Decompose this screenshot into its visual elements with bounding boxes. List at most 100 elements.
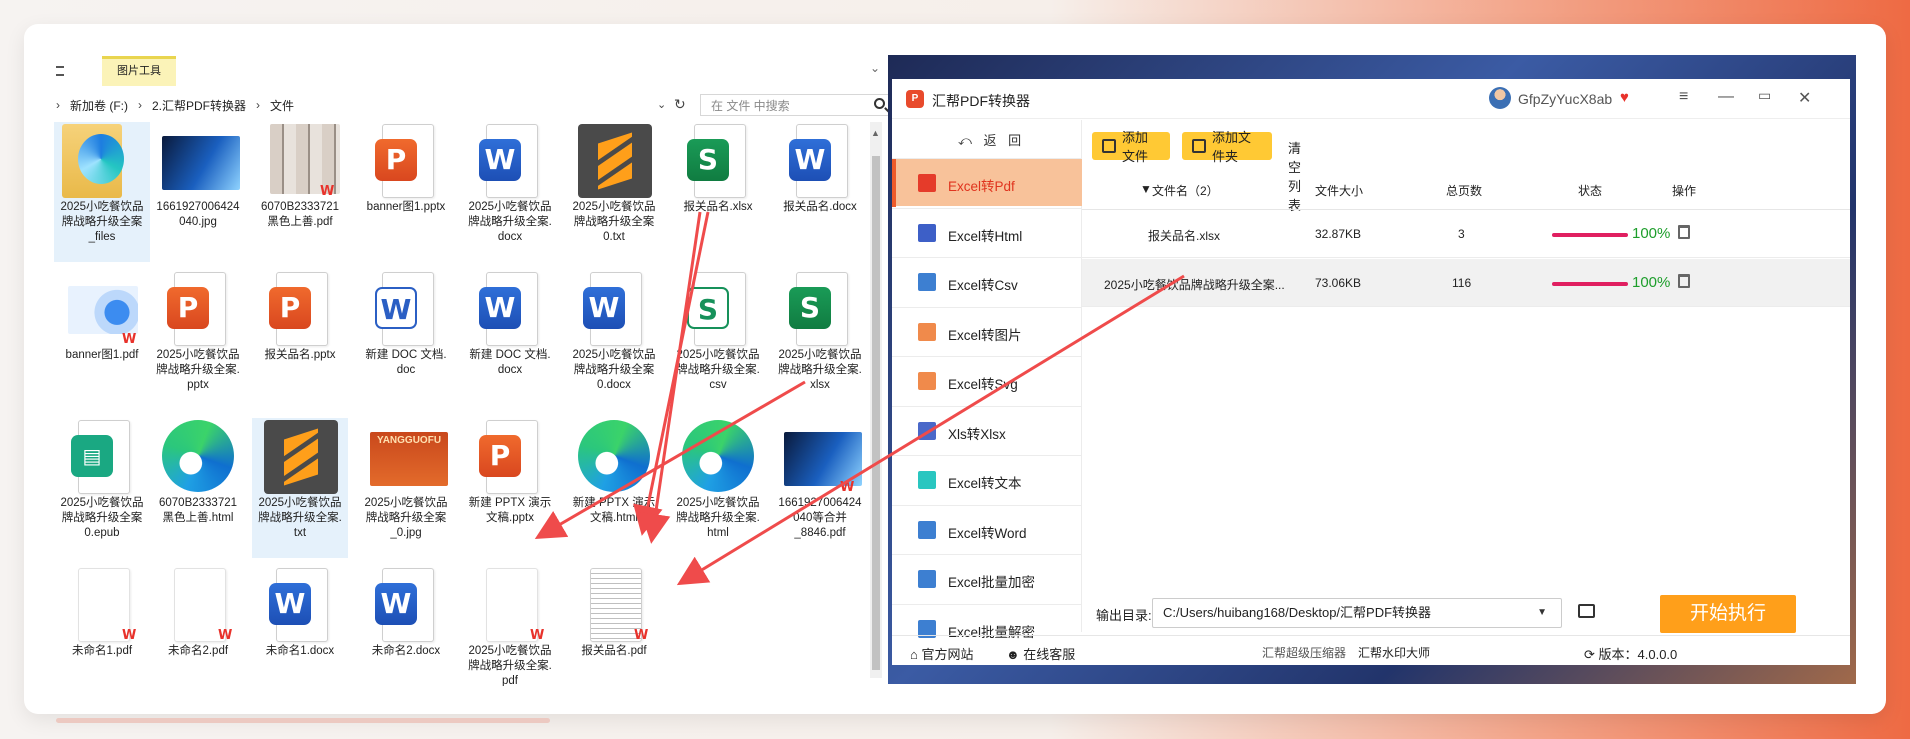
close-icon[interactable]: ✕ — [1798, 88, 1811, 108]
file-item[interactable]: W 未命名1.docx — [252, 566, 348, 686]
file-item[interactable]: Pbanner图1.pptx — [358, 122, 454, 262]
excel-icon: S — [789, 287, 831, 329]
scroll-up-icon[interactable]: ▲ — [871, 128, 880, 138]
vip-heart-icon[interactable]: ♥ — [1620, 89, 1629, 106]
powerpoint-icon: P — [375, 139, 417, 181]
file-item[interactable]: S 2025小吃餐饮品 牌战略升级全案. xlsx — [772, 270, 868, 410]
sidebar-item[interactable]: Excel转Pdf — [892, 158, 1082, 207]
output-path: C:/Users/huibang168/Desktop/汇帮PDF转换器 — [1163, 605, 1432, 620]
file-item[interactable]: 2025小吃餐饮品 牌战略升级全案 _files — [54, 122, 150, 262]
file-item[interactable]: 新建 PPTX 演示 文稿.html — [566, 418, 662, 558]
file-item[interactable]: W 6070B2333721 黑色上善.pdf — [252, 122, 348, 262]
file-item[interactable]: 6070B2333721 黑色上善.html — [150, 418, 246, 558]
sidebar-item[interactable]: Excel转Csv — [892, 257, 1082, 305]
file-type-icon — [918, 421, 936, 440]
start-button[interactable]: 开始执行 — [1660, 595, 1796, 633]
table-row[interactable]: 2025小吃餐饮品牌战略升级全案... 73.06KB 116 100% — [1082, 259, 1850, 307]
wps-pdf-icon: W — [634, 628, 649, 643]
promo-watermark-link[interactable]: 汇帮水印大师 — [1358, 644, 1430, 661]
file-item[interactable]: W 2025小吃餐饮品 牌战略升级全案. pdf — [462, 566, 558, 686]
sidebar-item[interactable]: Excel转图片 — [892, 306, 1082, 355]
wps-pdf-icon: W — [320, 184, 335, 199]
file-name: 2025小吃餐饮品 牌战略升级全案. html — [676, 497, 760, 539]
user-avatar[interactable] — [1489, 87, 1511, 109]
ribbon-tab-picture-tools[interactable]: 图片工具 — [102, 56, 176, 86]
header-name[interactable]: 文件名（2） — [1152, 182, 1219, 199]
refresh-icon[interactable]: ↻ — [674, 96, 686, 113]
dropdown-caret-icon[interactable]: ▼ — [1537, 599, 1547, 627]
minimize-icon[interactable]: — — [1718, 88, 1734, 106]
file-item[interactable]: P 新建 PPTX 演示 文稿.pptx — [462, 418, 558, 558]
file-item[interactable]: YANGGUOFU 2025小吃餐饮品 牌战略升级全案 _0.jpg — [358, 418, 454, 558]
promo-compressor-link[interactable]: 汇帮超级压缩器 — [1262, 644, 1346, 661]
header-status: 状态 — [1578, 184, 1603, 198]
file-item[interactable]: W 报关品名.docx — [772, 122, 868, 262]
header-pages: 总页数 — [1446, 184, 1483, 198]
file-item[interactable]: Wbanner图1.pdf — [54, 270, 150, 410]
menu-lines-icon[interactable] — [56, 66, 64, 76]
document-page: W — [583, 272, 642, 346]
chevron-down-icon[interactable]: ⌄ — [870, 61, 880, 75]
file-item[interactable]: W 新建 DOC 文档. docx — [462, 270, 558, 410]
sidebar-item[interactable]: Excel批量加密 — [892, 554, 1082, 602]
user-name[interactable]: GfpZyYucX8ab — [1518, 91, 1612, 107]
website-link[interactable]: ⌂ 官方网站 — [910, 644, 973, 663]
sidebar-item[interactable]: Xls转Xlsx — [892, 405, 1082, 454]
file-item[interactable]: S 报关品名.xlsx — [670, 122, 766, 262]
address-dropdown-icon[interactable]: ⌄ — [657, 98, 666, 111]
vertical-scrollbar[interactable]: ▲ — [870, 122, 882, 678]
file-item[interactable]: W 未命名2.pdf — [150, 566, 246, 686]
file-type-icon — [918, 520, 936, 539]
version-info[interactable]: ⟳ 版本：4.0.0.0 — [1584, 644, 1677, 663]
sidebar-item[interactable]: Excel转Html — [892, 207, 1082, 256]
breadcrumb-current[interactable]: 文件 — [270, 97, 294, 114]
image-thumbnail — [68, 286, 138, 334]
sidebar-item[interactable]: Excel转Svg — [892, 356, 1082, 404]
document-page: P — [375, 124, 434, 198]
file-item[interactable]: 2025小吃餐饮品 牌战略升级全案 0.txt — [566, 122, 662, 262]
scroll-thumb[interactable] — [872, 156, 880, 670]
version-label: 版本：4.0.0.0 — [1598, 647, 1678, 662]
word-icon: W — [479, 287, 521, 329]
table-row[interactable]: 报关品名.xlsx 32.87KB 3 100% — [1082, 210, 1850, 258]
file-item[interactable]: 2025小吃餐饮品 牌战略升级全案. html — [670, 418, 766, 558]
word-icon: W — [375, 287, 417, 329]
file-item[interactable]: P 报关品名.pptx — [252, 270, 348, 410]
bottom-strip — [56, 718, 550, 723]
file-item[interactable]: W 未命名2.docx — [358, 566, 454, 686]
file-name: 新建 DOC 文档. doc — [365, 349, 447, 376]
open-folder-icon[interactable] — [1578, 604, 1595, 618]
maximize-icon[interactable]: ▭ — [1758, 87, 1771, 104]
file-item[interactable]: 2025小吃餐饮品 牌战略升级全案. txt — [252, 418, 348, 558]
sublime-text-icon — [264, 420, 338, 494]
file-item[interactable]: ▤ 2025小吃餐饮品 牌战略升级全案 0.epub — [54, 418, 150, 558]
file-name: 2025小吃餐饮品 牌战略升级全案. txt — [258, 497, 342, 539]
search-input[interactable]: 在 文件 中搜索 — [700, 94, 892, 116]
file-item[interactable]: W 未命名1.pdf — [54, 566, 150, 686]
file-item[interactable]: W 1661927006424 040等合并 _8846.pdf — [772, 418, 868, 558]
sort-arrow-icon[interactable]: ▼ — [1140, 182, 1152, 196]
support-link[interactable]: ☻ 在线客服 — [1006, 644, 1075, 663]
search-icon[interactable] — [874, 98, 885, 109]
back-button[interactable]: ⤺ 返 回 — [958, 130, 1025, 149]
back-arrow-icon: ⤺ — [958, 133, 984, 148]
sidebar-item[interactable]: Excel转文本 — [892, 455, 1082, 503]
output-directory-select[interactable]: C:/Users/huibang168/Desktop/汇帮PDF转换器 ▼ — [1152, 598, 1562, 628]
file-item[interactable]: W 2025小吃餐饮品 牌战略升级全案. docx — [462, 122, 558, 262]
file-item[interactable]: W 新建 DOC 文档. doc — [358, 270, 454, 410]
file-item[interactable]: W 2025小吃餐饮品 牌战略升级全案 0.docx — [566, 270, 662, 410]
file-item[interactable]: S 2025小吃餐饮品 牌战略升级全案. csv — [670, 270, 766, 410]
file-item[interactable]: W 报关品名.pdf — [566, 566, 662, 686]
delete-icon[interactable] — [1678, 225, 1690, 239]
menu-icon[interactable]: ≡ — [1679, 88, 1688, 106]
breadcrumb-drive[interactable]: 新加卷 (F:) — [70, 97, 128, 114]
row-pages: 116 — [1452, 276, 1472, 290]
breadcrumb-folder[interactable]: 2.汇帮PDF转换器 — [152, 97, 246, 114]
breadcrumb[interactable]: › 新加卷 (F:) › 2.汇帮PDF转换器 › 文件 — [56, 94, 652, 116]
add-file-button[interactable]: 添加文件 — [1092, 130, 1170, 164]
file-item[interactable]: 1661927006424 040.jpg — [150, 122, 246, 262]
sidebar-item[interactable]: Excel转Word — [892, 504, 1082, 553]
file-item[interactable]: P 2025小吃餐饮品 牌战略升级全案. pptx — [150, 270, 246, 410]
delete-icon[interactable] — [1678, 274, 1690, 288]
add-folder-button[interactable]: 添加文件夹 — [1182, 130, 1272, 164]
